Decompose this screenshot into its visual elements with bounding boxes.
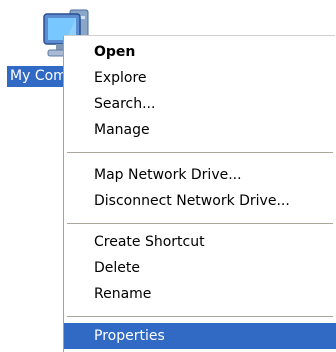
menu-separator <box>67 223 333 224</box>
menu-item-explore[interactable]: Explore <box>64 65 336 91</box>
my-computer-desktop-icon[interactable]: My Computer <box>0 0 89 90</box>
context-menu: Open Explore Search... Manage Map Networ… <box>63 35 336 352</box>
menu-item-open[interactable]: Open <box>64 39 336 65</box>
menu-item-manage[interactable]: Manage <box>64 117 336 143</box>
desktop: My Computer Open Explore Search... Manag… <box>0 0 336 352</box>
menu-item-disconnect-network-drive[interactable]: Disconnect Network Drive... <box>64 188 336 214</box>
menu-item-properties[interactable]: Properties <box>64 323 336 349</box>
menu-item-search[interactable]: Search... <box>64 91 336 117</box>
menu-separator <box>67 152 333 153</box>
menu-item-create-shortcut[interactable]: Create Shortcut <box>64 229 336 255</box>
menu-item-rename[interactable]: Rename <box>64 281 336 307</box>
menu-item-delete[interactable]: Delete <box>64 255 336 281</box>
menu-item-map-network-drive[interactable]: Map Network Drive... <box>64 162 336 188</box>
menu-separator <box>67 316 333 317</box>
